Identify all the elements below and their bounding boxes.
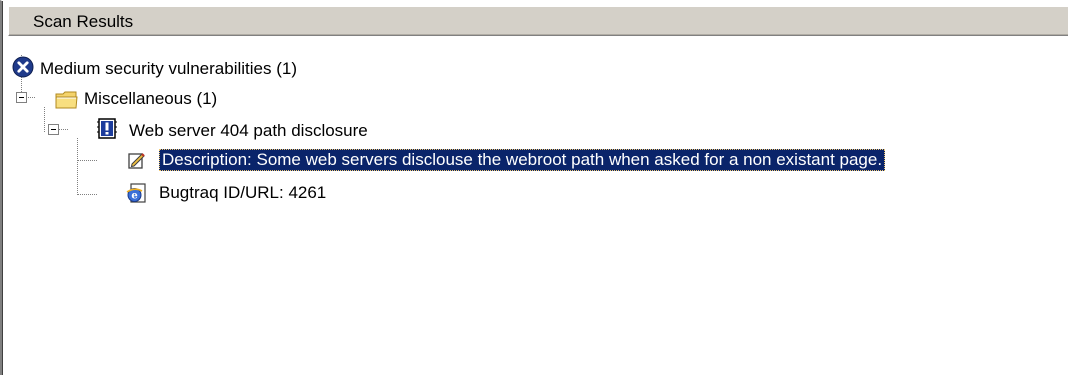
svg-text:e: e <box>131 191 137 202</box>
tree-node-category[interactable]: Miscellaneous (1) <box>2 89 602 115</box>
note-edit-icon <box>126 149 148 171</box>
tree-node-root-label: Medium security vulnerabilities (1) <box>40 59 297 78</box>
alert-exclamation-icon <box>96 117 118 139</box>
folder-icon <box>55 89 78 111</box>
tree-node-root[interactable]: Medium security vulnerabilities (1) <box>2 56 602 83</box>
web-link-icon: e <box>125 181 147 203</box>
header-title: Scan Results <box>33 12 134 31</box>
tree-node-vulnerability[interactable]: Web server 404 path disclosure <box>2 118 602 147</box>
tree-node-bugtraq[interactable]: e Bugtraq ID/URL: 4261 <box>2 183 602 209</box>
scan-results-header[interactable]: Scan Results <box>8 6 1068 36</box>
collapse-toggle-vulnerability[interactable] <box>48 124 59 135</box>
tree-node-description-label: Description: Some web servers disclouse … <box>159 149 886 171</box>
error-x-icon <box>12 56 34 78</box>
tree-node-description[interactable]: Description: Some web servers disclouse … <box>2 149 1068 176</box>
tree-node-category-label: Miscellaneous (1) <box>84 89 218 108</box>
tree-node-bugtraq-label: Bugtraq ID/URL: 4261 <box>159 183 327 202</box>
scan-results-panel: Scan Results Medium security vulnerabili… <box>0 0 1068 375</box>
tree-node-vulnerability-label: Web server 404 path disclosure <box>129 121 368 140</box>
scan-results-tree: Medium security vulnerabilities (1) Misc… <box>2 37 1068 376</box>
collapse-toggle-category[interactable] <box>16 92 27 103</box>
